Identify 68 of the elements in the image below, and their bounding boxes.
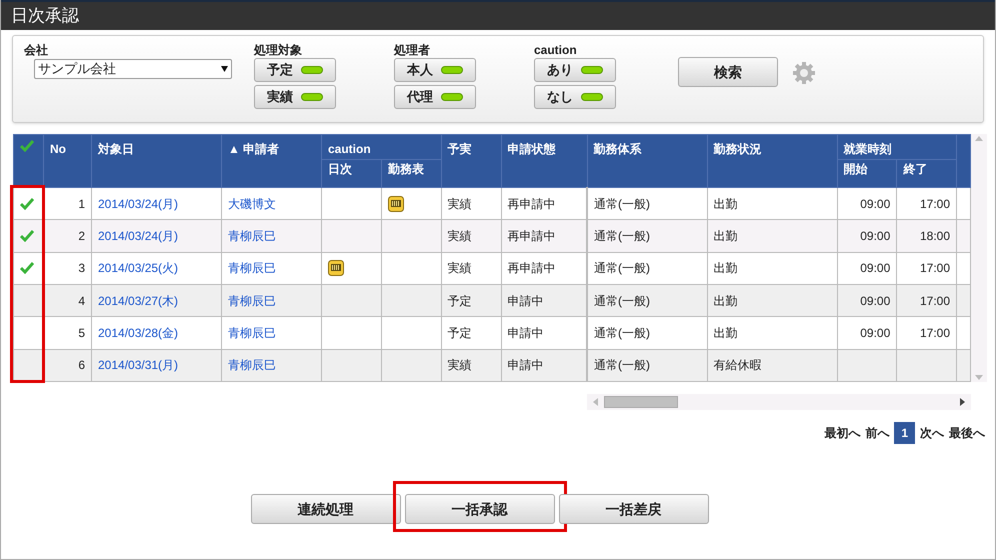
dropdown-arrow-icon	[221, 66, 228, 72]
company-dropdown[interactable]: サンプル会社	[34, 59, 232, 79]
toggle-button[interactable]: 代理	[394, 85, 476, 109]
column-header[interactable]: 勤務表	[381, 160, 441, 188]
caution-icon[interactable]	[388, 196, 404, 212]
column-header[interactable]: ▲ 申請者	[222, 134, 322, 188]
table-cell: 09:00	[837, 252, 897, 284]
previous-page-link[interactable]: 前へ	[865, 424, 890, 442]
last-page-link[interactable]: 最後へ	[949, 424, 985, 442]
scroll-right-icon[interactable]	[960, 398, 965, 406]
table-cell: 有給休暇	[707, 349, 837, 382]
action-button[interactable]: 一括差戻	[558, 494, 708, 524]
group-label: 処理者	[394, 42, 430, 57]
table-cell: 通常(一般)	[587, 349, 707, 382]
table-cell: 出勤	[707, 220, 837, 252]
scroll-down-icon[interactable]	[975, 375, 983, 380]
table-cell: 6	[44, 349, 92, 382]
table-cell: 18:00	[896, 220, 956, 252]
table-cell: 09:00	[837, 220, 897, 252]
table-cell: 17:00	[896, 316, 956, 350]
toggle-button[interactable]: なし	[534, 85, 616, 109]
toggle-button[interactable]: あり	[534, 58, 616, 82]
table-cell: 出勤	[707, 316, 837, 350]
table-cell: 予定	[441, 316, 501, 350]
table-cell: 出勤	[707, 252, 837, 284]
window-title: 日次承認	[11, 5, 79, 28]
search-button[interactable]: 検索	[678, 57, 778, 87]
column-header[interactable]: 終了	[896, 160, 956, 188]
column-header[interactable]: caution	[322, 134, 441, 160]
toggle-button[interactable]: 実績	[254, 85, 336, 109]
next-page-link[interactable]: 次へ	[920, 424, 944, 442]
table-cell: 実績	[441, 220, 501, 252]
table-cell: 5	[44, 316, 92, 350]
column-header[interactable]: 勤務体系	[587, 134, 707, 188]
column-header[interactable]: 就業時刻	[837, 134, 956, 160]
column-header[interactable]: 予実	[441, 134, 501, 188]
column-header[interactable]: 勤務状況	[707, 134, 837, 188]
vertical-scrollbar[interactable]	[971, 134, 987, 382]
horizontal-scrollbar[interactable]	[587, 394, 971, 410]
table-cell: 17:00	[896, 252, 956, 284]
page-button[interactable]: 1	[894, 422, 915, 444]
column-header[interactable]: 開始	[837, 160, 897, 188]
settings-icon[interactable]	[792, 61, 816, 85]
column-header[interactable]: No	[44, 134, 92, 188]
scroll-left-icon[interactable]	[593, 398, 598, 406]
check-icon[interactable]	[20, 262, 34, 274]
table-cell: 実績	[441, 252, 501, 284]
first-page-link[interactable]: 最初へ	[824, 424, 860, 442]
toggle-button[interactable]: 本人	[394, 58, 476, 82]
caution-icon[interactable]	[328, 260, 344, 276]
scrollbar-thumb[interactable]	[604, 396, 678, 408]
check-icon[interactable]	[20, 198, 34, 210]
scroll-up-icon[interactable]	[975, 136, 983, 141]
check-icon[interactable]	[20, 140, 34, 152]
action-button[interactable]: 一括承認	[404, 494, 554, 524]
field-label: 会社	[24, 42, 49, 57]
group-label: caution	[534, 42, 577, 57]
table-cell: 3	[44, 252, 92, 284]
table-cell: 2	[44, 220, 92, 252]
column-header[interactable]: 日次	[322, 160, 382, 188]
group-label: 処理対象	[254, 42, 302, 57]
column-header[interactable]: 対象日	[92, 134, 222, 188]
table-cell: 09:00	[837, 316, 897, 350]
toggle-button[interactable]: 予定	[254, 58, 336, 82]
check-icon[interactable]	[20, 230, 34, 242]
table-cell: 実績	[441, 349, 501, 382]
action-button[interactable]: 連続処理	[250, 494, 400, 524]
column-header[interactable]: 申請状態	[501, 134, 587, 188]
